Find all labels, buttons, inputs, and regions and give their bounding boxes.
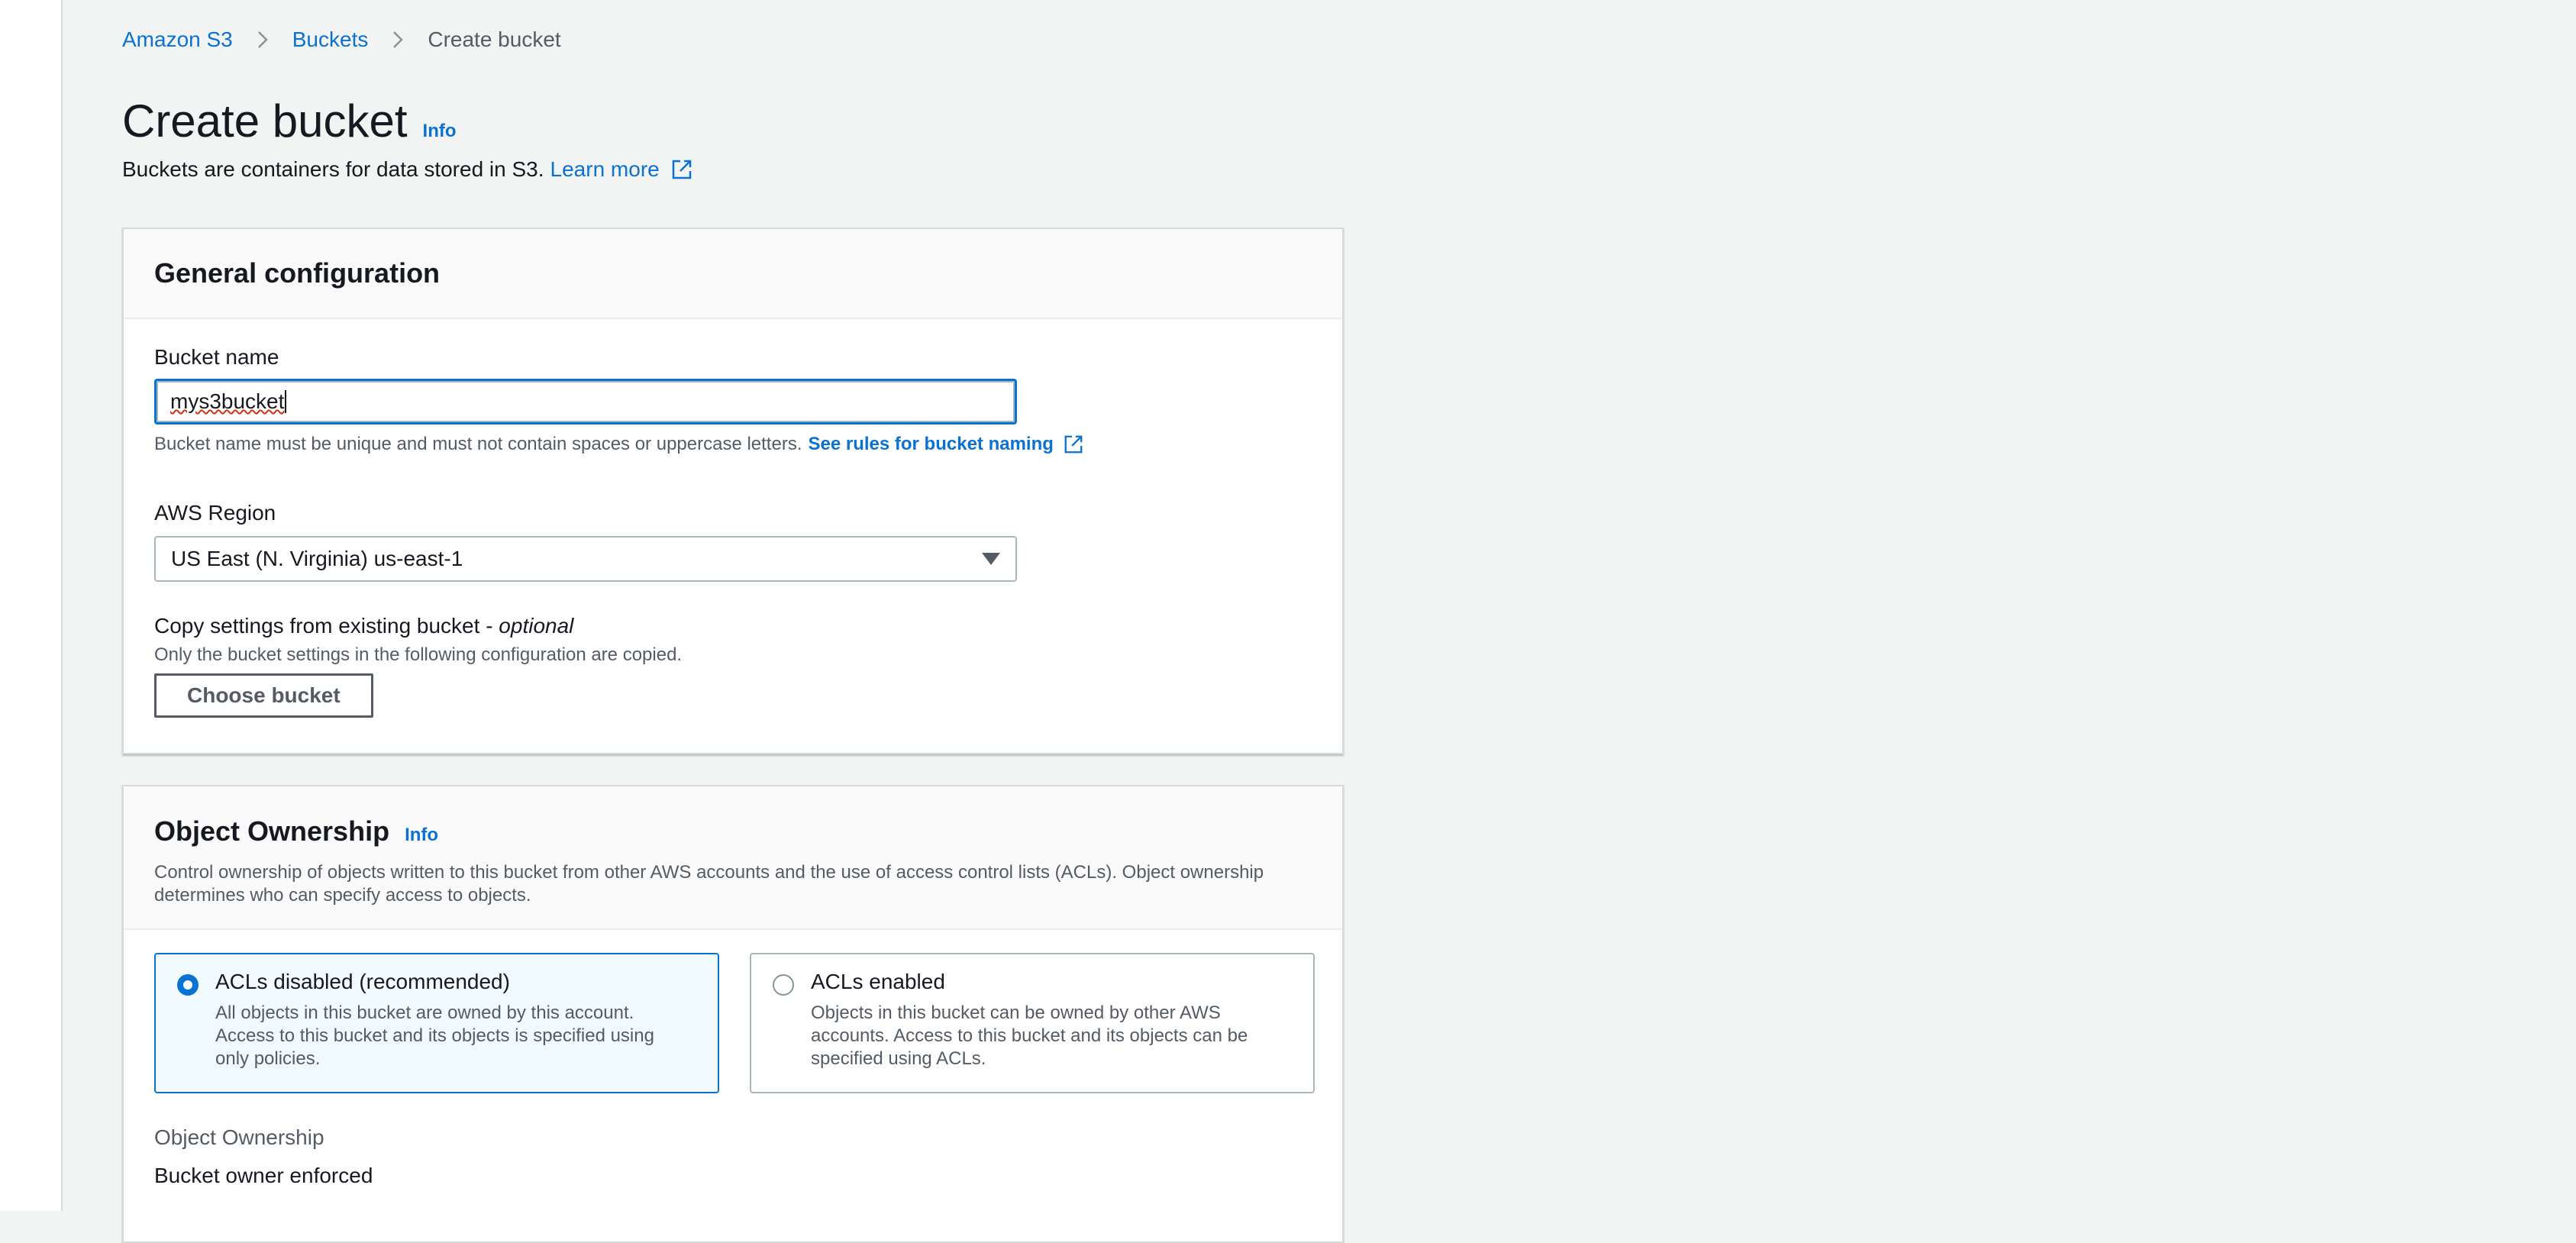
copy-settings-label-text: Copy settings from existing bucket - bbox=[154, 614, 499, 638]
acls-enabled-description: Objects in this bucket can be owned by o… bbox=[811, 1002, 1248, 1069]
acls-enabled-title: ACLs enabled bbox=[811, 970, 945, 993]
bucket-name-label: Bucket name bbox=[154, 345, 279, 369]
breadcrumb-buckets[interactable]: Buckets bbox=[292, 27, 369, 52]
general-configuration-panel: General configuration Bucket name mys3bu… bbox=[122, 228, 1344, 754]
page-info-link[interactable]: Info bbox=[423, 121, 457, 142]
left-navigation-rail bbox=[0, 0, 63, 1211]
copy-settings-label: Copy settings from existing bucket - opt… bbox=[154, 614, 573, 638]
acls-disabled-title: ACLs disabled (recommended) bbox=[215, 970, 510, 993]
acls-disabled-description: All objects in this bucket are owned by … bbox=[215, 1002, 654, 1069]
object-ownership-header: Object Ownership Info Control ownership … bbox=[124, 786, 1342, 930]
acls-enabled-tile[interactable]: ACLs enabled Objects in this bucket can … bbox=[750, 953, 1315, 1093]
page-description-text: Buckets are containers for data stored i… bbox=[122, 157, 544, 181]
bucket-naming-rules-link[interactable]: See rules for bucket naming bbox=[808, 434, 1053, 455]
breadcrumb: Amazon S3 Buckets Create bucket bbox=[122, 27, 561, 52]
bucket-name-input[interactable]: mys3bucket bbox=[154, 379, 1017, 425]
acls-disabled-radio[interactable] bbox=[177, 974, 199, 996]
page-title: Create bucket bbox=[122, 95, 408, 147]
object-ownership-field-value: Bucket owner enforced bbox=[154, 1164, 373, 1187]
aws-region-label: AWS Region bbox=[154, 501, 276, 525]
breadcrumb-current: Create bucket bbox=[428, 27, 561, 51]
copy-settings-hint: Only the bucket settings in the followin… bbox=[154, 644, 683, 665]
page-header: Create bucket Info bbox=[122, 95, 457, 147]
external-link-icon[interactable] bbox=[1063, 434, 1084, 455]
breadcrumb-amazon-s3[interactable]: Amazon S3 bbox=[122, 27, 233, 52]
aws-region-select[interactable]: US East (N. Virginia) us-east-1 bbox=[154, 536, 1017, 582]
acls-enabled-radio[interactable] bbox=[773, 974, 794, 996]
object-ownership-field-label: Object Ownership bbox=[154, 1125, 324, 1149]
bucket-name-hint: Bucket name must be unique and must not … bbox=[154, 434, 1084, 455]
general-configuration-title: General configuration bbox=[154, 257, 441, 289]
chevron-right-icon bbox=[251, 28, 274, 51]
object-ownership-title: Object Ownership bbox=[154, 815, 390, 847]
external-link-icon[interactable] bbox=[670, 158, 693, 181]
object-ownership-panel: Object Ownership Info Control ownership … bbox=[122, 785, 1344, 1243]
chevron-right-icon bbox=[386, 28, 409, 51]
caret-down-icon bbox=[982, 553, 1000, 565]
text-caret bbox=[285, 390, 287, 413]
bucket-name-hint-text: Bucket name must be unique and must not … bbox=[154, 434, 802, 454]
acls-disabled-tile[interactable]: ACLs disabled (recommended) All objects … bbox=[154, 953, 719, 1093]
aws-region-value: US East (N. Virginia) us-east-1 bbox=[171, 547, 463, 570]
object-ownership-title-row: Object Ownership Info bbox=[154, 815, 1312, 848]
copy-settings-optional: optional bbox=[499, 614, 574, 638]
bucket-name-value: mys3bucket bbox=[170, 389, 285, 413]
object-ownership-description: Control ownership of objects written to … bbox=[154, 862, 1264, 906]
page-description: Buckets are containers for data stored i… bbox=[122, 157, 693, 182]
choose-bucket-button[interactable]: Choose bucket bbox=[154, 673, 373, 718]
learn-more-link[interactable]: Learn more bbox=[550, 157, 660, 182]
object-ownership-info-link[interactable]: Info bbox=[405, 825, 438, 846]
general-configuration-header: General configuration bbox=[124, 229, 1342, 319]
